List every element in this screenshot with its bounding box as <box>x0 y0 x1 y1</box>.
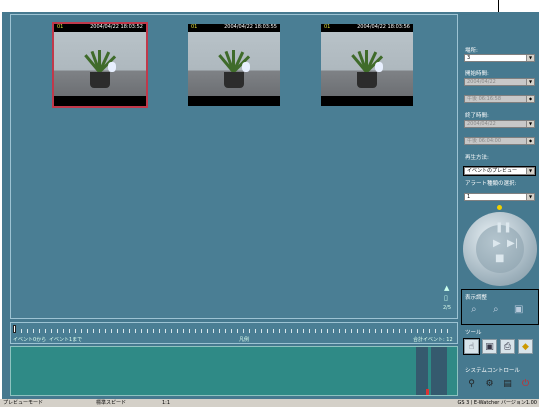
settings-icon[interactable]: ⚙ <box>482 377 497 392</box>
thumbnail-1[interactable]: 01 2004/04/22 18:03:52 <box>52 22 148 108</box>
zoom-out-icon[interactable]: ⌕ <box>493 304 499 315</box>
event-marker <box>426 389 429 395</box>
page-up-icon[interactable]: ▲ <box>444 284 449 292</box>
event-block <box>431 347 447 395</box>
fit-screen-icon[interactable]: ▣ <box>514 304 523 315</box>
location-label: 場所: <box>465 48 478 54</box>
pointer-tool-icon[interactable]: ☝ <box>463 338 480 355</box>
microphone-icon[interactable]: ⚲ <box>464 377 479 392</box>
camera-image <box>188 32 280 96</box>
thumbnail-2[interactable]: 01 2004/04/22 18:03:55 <box>188 24 280 106</box>
tag-icon[interactable]: ◆ <box>518 339 533 354</box>
chevron-down-icon[interactable]: ▼ <box>526 55 534 61</box>
start-date-field[interactable]: 2004/04/22 ▼ <box>464 78 535 86</box>
camera-id: 01 <box>57 24 64 30</box>
trash-icon[interactable]: ▯ <box>444 294 448 302</box>
alert-select[interactable]: 1 ▼ <box>464 193 535 201</box>
chevron-down-icon[interactable]: ▼ <box>526 121 534 127</box>
timestamp: 2004/04/22 18:03:56 <box>357 24 410 30</box>
alert-label: アラート種類の選択: <box>465 181 517 187</box>
pause-icon[interactable]: ❚❚ <box>495 222 512 233</box>
location-select[interactable]: 3 ▼ <box>464 54 535 62</box>
status-speed: 標準スピード <box>96 400 127 406</box>
display-adjust-label: 表示調整 <box>465 295 488 301</box>
start-date-value: 2004/04/22 <box>467 79 496 85</box>
end-date-field[interactable]: 2004/04/22 ▼ <box>464 120 535 128</box>
start-time-label: 開始時間: <box>465 71 489 77</box>
end-time-field[interactable]: 午後 06:04:00 ◆ <box>464 137 535 145</box>
chevron-down-icon[interactable]: ▼ <box>526 168 534 174</box>
status-ratio: 1:1 <box>162 400 171 406</box>
status-bar: プレビューモード 標準スピード 1:1 GS 3ㅣE-Watcher バージョン… <box>0 399 539 407</box>
status-version: GS 3ㅣE-Watcher バージョン1.00 <box>457 400 537 406</box>
camera-snapshot-icon[interactable]: ▣ <box>482 339 497 354</box>
timeline-total-label: 合計イベント: 12 <box>413 337 453 343</box>
spinner-icon[interactable]: ◆ <box>526 138 534 144</box>
timeline-ticks <box>15 329 453 333</box>
camera-image <box>321 32 413 96</box>
timeline-legend-label: 凡例 <box>239 337 250 343</box>
timeline-bar[interactable]: イベント0から イベント1まで 凡例 合計イベント: 12 <box>10 322 458 344</box>
playback-value: イベントのプレビュー <box>467 168 518 174</box>
timeline-slider-handle[interactable] <box>13 325 16 333</box>
timestamp: 2004/04/22 18:03:52 <box>90 24 143 30</box>
chevron-down-icon[interactable]: ▼ <box>526 194 534 200</box>
start-time-field[interactable]: 午後 06:16:58 ◆ <box>464 95 535 103</box>
play-icon[interactable]: ▶ <box>493 238 501 249</box>
print-icon[interactable]: ⎙ <box>500 339 515 354</box>
indicator-light-icon <box>497 205 502 210</box>
camera-image <box>54 32 146 96</box>
event-strip[interactable] <box>10 346 458 396</box>
camera-id: 01 <box>324 24 331 30</box>
timestamp: 2004/04/22 18:03:55 <box>224 24 277 30</box>
camera-id: 01 <box>191 24 198 30</box>
stop-icon[interactable]: ■ <box>495 253 504 264</box>
start-time-value: 午後 06:16:58 <box>467 96 502 102</box>
playback-select[interactable]: イベントのプレビュー ▼ <box>463 166 536 176</box>
step-forward-icon[interactable]: ▶| <box>507 238 518 249</box>
timeline-from-label: イベント0から <box>13 337 47 343</box>
zoom-in-icon[interactable]: ⌕ <box>471 304 477 315</box>
monitor-icon[interactable]: ▤ <box>500 377 515 392</box>
end-date-value: 2004/04/22 <box>467 121 496 127</box>
chevron-down-icon[interactable]: ▼ <box>526 79 534 85</box>
spinner-icon[interactable]: ◆ <box>526 96 534 102</box>
page-indicator: 2/5 <box>443 305 452 311</box>
power-icon[interactable]: ⏻ <box>518 377 533 392</box>
timeline-to-label: イベント1まで <box>49 337 83 343</box>
thumbnail-3[interactable]: 01 2004/04/22 18:03:56 <box>321 24 413 106</box>
alert-value: 1 <box>467 194 471 200</box>
playback-label: 再生方法: <box>465 155 489 161</box>
tools-label: ツール <box>465 330 482 336</box>
end-time-label: 終了時間: <box>465 113 489 119</box>
status-mode: プレビューモード <box>3 400 44 406</box>
system-control-label: システムコントロール <box>465 368 520 374</box>
end-time-value: 午後 06:04:00 <box>467 138 502 144</box>
location-value: 3 <box>467 55 471 61</box>
event-block <box>416 347 428 395</box>
